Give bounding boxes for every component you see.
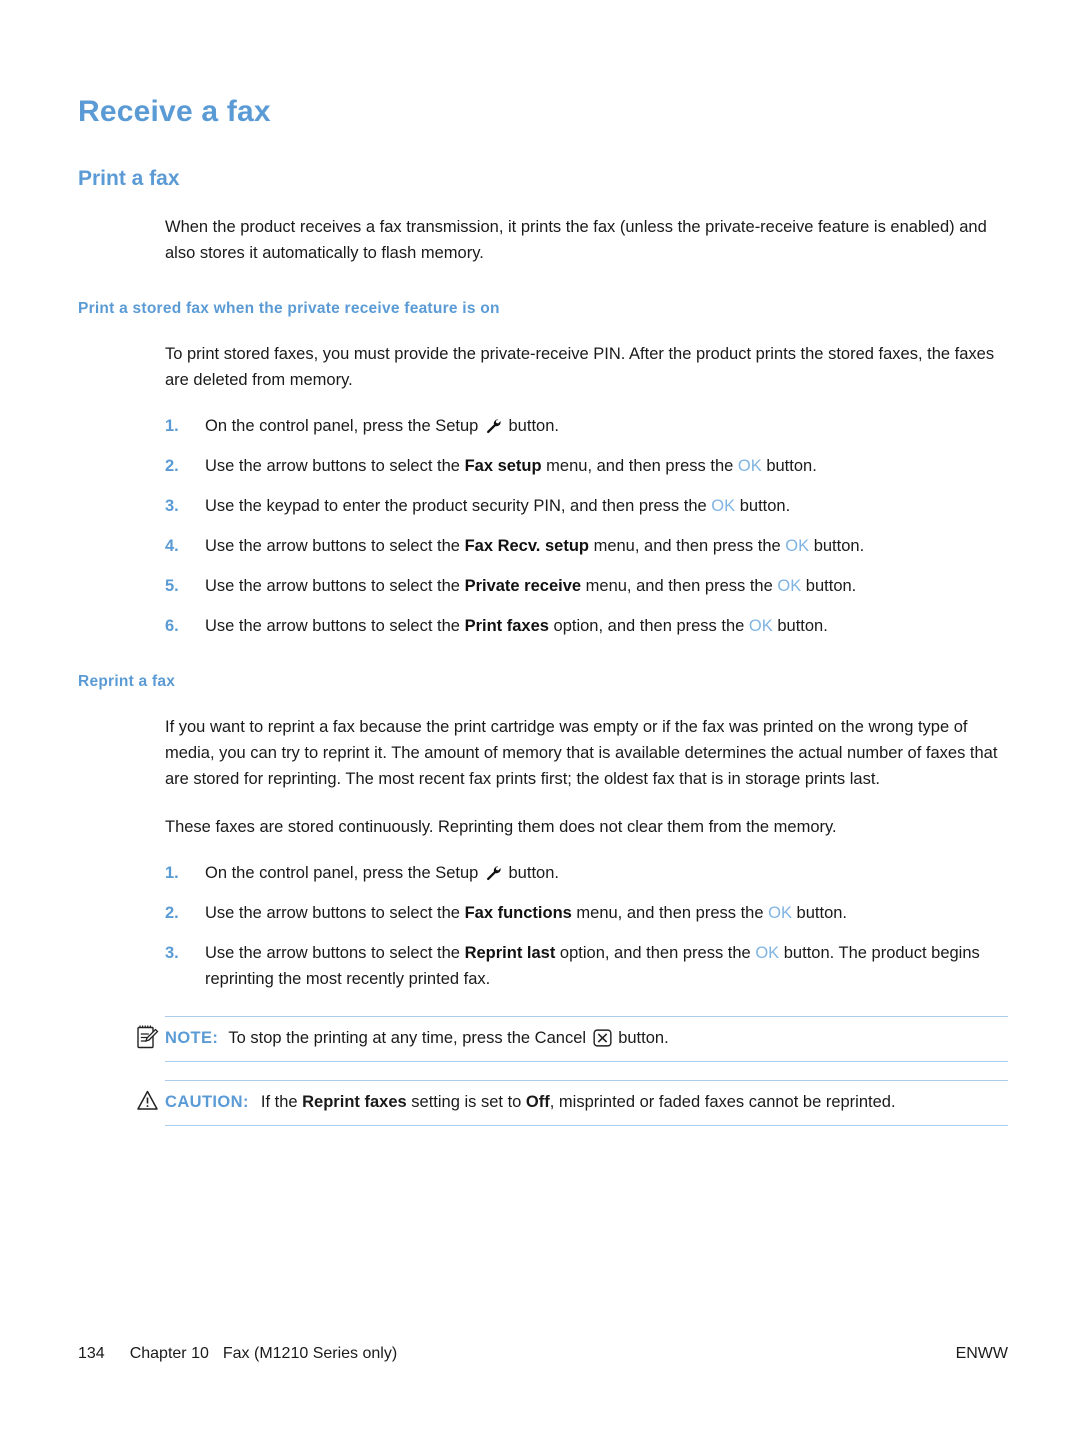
step-text-tail: button.	[761, 457, 817, 475]
step-number: 3.	[165, 944, 179, 962]
page-number: 134	[78, 1345, 105, 1362]
ok-button-reference: OK	[711, 497, 736, 515]
steps-list-reprint: 1. On the control panel, press the Setup …	[78, 860, 1008, 992]
list-item: 3. Use the arrow buttons to select the Re…	[78, 940, 1008, 992]
note-label: NOTE:	[165, 1029, 219, 1047]
step-text-pre: Use the arrow buttons to select the	[205, 617, 465, 635]
section-heading-print-a-fax: Print a fax	[78, 167, 180, 190]
footer-chapter-title: Fax (M1210 Series only)	[222, 1345, 398, 1362]
wrench-icon	[485, 863, 502, 881]
footer-left: 134 Chapter 10 Fax (M1210 Series only)	[78, 1345, 397, 1363]
wrench-icon	[485, 416, 502, 434]
ok-button-reference: OK	[785, 537, 810, 555]
caution-setting-name: Reprint faxes	[302, 1093, 407, 1111]
caution-admonition: CAUTION: If the Reprint faxes setting is …	[137, 1080, 1008, 1126]
step-text-mid: menu, and then press the	[571, 904, 769, 922]
document-page: Receive a fax Print a fax When the produ…	[0, 0, 1080, 1437]
footer-locale-code: ENWW	[955, 1345, 1008, 1362]
list-item: 2. Use the arrow buttons to select the Fa…	[78, 453, 1008, 479]
step-number: 6.	[165, 617, 179, 635]
cancel-x-icon	[593, 1029, 612, 1047]
step-number: 2.	[165, 457, 179, 475]
ok-button-reference: OK	[755, 944, 780, 962]
menu-name: Private receive	[464, 577, 582, 595]
caution-setting-value: Off	[525, 1093, 550, 1111]
step-number: 1.	[165, 417, 179, 435]
list-item: 2. Use the arrow buttons to select the Fa…	[78, 900, 1008, 926]
ok-button-reference: OK	[737, 457, 762, 475]
page-content: Receive a fax Print a fax When the produ…	[78, 94, 1008, 1126]
step-number: 5.	[165, 577, 179, 595]
paragraph-reprint-intro: If you want to reprint a fax because the…	[165, 718, 998, 788]
menu-name: Fax setup	[464, 457, 542, 475]
step-number: 3.	[165, 497, 179, 515]
step-text-mid: menu, and then press the	[581, 577, 778, 595]
step-text-tail: button.	[772, 617, 828, 635]
caution-text-mid: setting is set to	[406, 1093, 526, 1111]
paragraph-intro: When the product receives a fax transmis…	[165, 218, 987, 262]
list-item: 5. Use the arrow buttons to select the Pr…	[78, 573, 1008, 599]
step-text-mid: option, and then press the	[555, 944, 756, 962]
paragraph-stored-intro: To print stored faxes, you must provide …	[165, 345, 995, 389]
caution-label: CAUTION:	[165, 1093, 249, 1111]
step-text-pre: Use the arrow buttons to select the	[205, 904, 465, 922]
step-text-pre: Use the arrow buttons to select the	[205, 944, 465, 962]
list-item: 6. Use the arrow buttons to select the Pr…	[78, 613, 1008, 639]
list-item: 4. Use the arrow buttons to select the Fa…	[78, 533, 1008, 559]
menu-name: Reprint last	[464, 944, 556, 962]
step-text-mid: menu, and then press the	[541, 457, 738, 475]
list-item: 1. On the control panel, press the Setup …	[78, 413, 1008, 439]
ok-button-reference: OK	[777, 577, 802, 595]
menu-name: Fax Recv. setup	[464, 537, 589, 555]
step-text-pre: Use the arrow buttons to select the	[205, 577, 465, 595]
step-text-post: button.	[503, 864, 559, 882]
page-footer: 134 Chapter 10 Fax (M1210 Series only) E…	[78, 1345, 1008, 1363]
steps-list-private-receive: 1. On the control panel, press the Setup …	[78, 413, 1008, 639]
note-pad-pencil-icon	[136, 1024, 160, 1050]
step-number: 1.	[165, 864, 179, 882]
note-admonition: NOTE: To stop the printing at any time, p…	[137, 1016, 1008, 1062]
footer-chapter: Chapter 10	[129, 1345, 209, 1362]
step-text-pre: Use the keypad to enter the product secu…	[205, 497, 712, 515]
step-text-tail: button.	[809, 537, 865, 555]
step-text-tail: button.	[735, 497, 791, 515]
ok-button-reference: OK	[748, 617, 773, 635]
subsection-heading-reprint-a-fax: Reprint a fax	[78, 673, 176, 690]
menu-name: Fax functions	[464, 904, 572, 922]
caution-text-after: , misprinted or faded faxes cannot be re…	[549, 1093, 896, 1111]
list-item: 1. On the control panel, press the Setup …	[78, 860, 1008, 886]
step-text-pre: Use the arrow buttons to select the	[205, 537, 465, 555]
step-text-pre: On the control panel, press the Setup	[205, 864, 483, 882]
step-number: 4.	[165, 537, 179, 555]
note-text-before: To stop the printing at any time, press …	[228, 1029, 591, 1047]
warning-triangle-icon	[136, 1088, 160, 1114]
page-title: Receive a fax	[78, 95, 271, 128]
step-text-mid: option, and then press the	[548, 617, 749, 635]
step-text-pre: Use the arrow buttons to select the	[205, 457, 465, 475]
step-text-pre: On the control panel, press the Setup	[205, 417, 483, 435]
paragraph-reprint-stored: These faxes are stored continuously. Rep…	[165, 818, 837, 836]
step-text-tail: button.	[791, 904, 848, 922]
step-text-mid: menu, and then press the	[588, 537, 786, 555]
caution-text-before: If the	[260, 1093, 303, 1111]
step-number: 2.	[165, 904, 179, 922]
note-text-after: button.	[613, 1029, 669, 1047]
menu-name: Print faxes	[464, 617, 549, 635]
list-item: 3. Use the keypad to enter the product se…	[78, 493, 1008, 519]
ok-button-reference: OK	[768, 904, 792, 922]
subsection-heading-print-stored-fax: Print a stored fax when the private rece…	[78, 300, 500, 317]
step-text-tail: button.	[801, 577, 857, 595]
step-text-post: button.	[503, 417, 559, 435]
